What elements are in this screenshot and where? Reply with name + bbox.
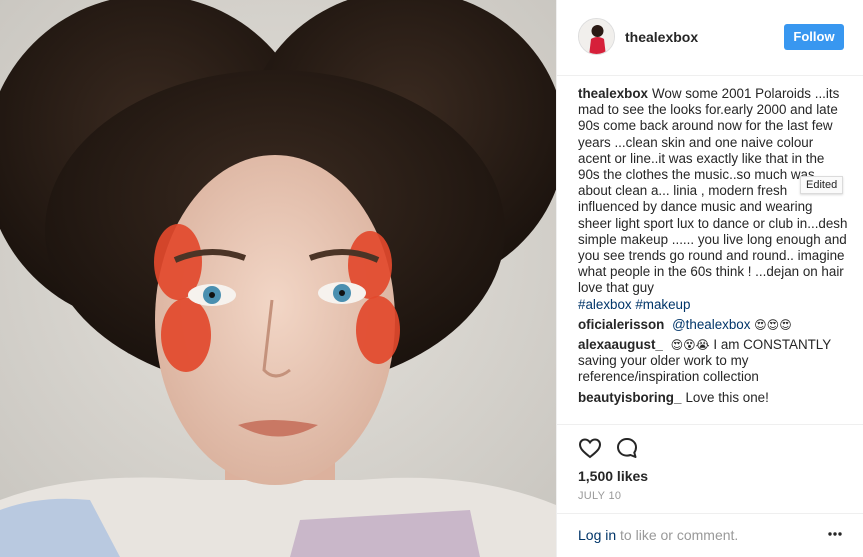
login-prompt: Log in to like or comment. bbox=[578, 527, 738, 543]
login-rest-text: to like or comment. bbox=[616, 527, 739, 543]
author-username[interactable]: thealexbox bbox=[625, 29, 698, 45]
comment-emoji: 😍😍😍 bbox=[754, 317, 792, 332]
post-header: thealexbox Follow bbox=[557, 0, 863, 76]
comment-item: alexaaugust_ 😍😵😭 I am CONSTANTLY saving … bbox=[578, 337, 848, 386]
edited-tooltip: Edited bbox=[800, 176, 844, 194]
follow-button[interactable]: Follow bbox=[784, 24, 844, 50]
avatar[interactable] bbox=[578, 18, 615, 55]
post-photo[interactable] bbox=[0, 0, 556, 557]
comment-item: oficialerisson @thealexbox 😍😍😍 bbox=[578, 317, 848, 333]
post-footer: Log in to like or comment. bbox=[557, 513, 863, 557]
comment-username[interactable]: alexaaugust_ bbox=[578, 337, 663, 352]
caption: thealexbox Wow some 2001 Polaroids ...its… bbox=[578, 86, 848, 313]
heart-icon[interactable] bbox=[578, 436, 602, 460]
hashtag-link[interactable]: #makeup bbox=[635, 297, 690, 312]
login-link[interactable]: Log in bbox=[578, 527, 616, 543]
hashtag-link[interactable]: #alexbox bbox=[578, 297, 632, 312]
post-details-panel: thealexbox Follow thealexbox Wow some 200… bbox=[556, 0, 863, 557]
post-actions: 1,500 likes JULY 10 bbox=[557, 424, 863, 502]
mention-link[interactable]: @thealexbox bbox=[672, 317, 750, 332]
portrait-image bbox=[0, 0, 556, 557]
comment-icon[interactable] bbox=[615, 436, 639, 460]
action-icons bbox=[578, 436, 658, 460]
comment-username[interactable]: oficialerisson bbox=[578, 317, 664, 332]
comment-username[interactable]: beautyisboring_ bbox=[578, 390, 681, 405]
more-options-icon[interactable] bbox=[828, 532, 842, 536]
caption-username[interactable]: thealexbox bbox=[578, 86, 648, 101]
avatar-image bbox=[579, 19, 614, 54]
comment-emoji: 😍😵😭 bbox=[670, 338, 710, 353]
comments-list: thealexbox Wow some 2001 Polaroids ...its… bbox=[578, 86, 848, 410]
likes-count[interactable]: 1,500 likes bbox=[578, 468, 648, 484]
post-date[interactable]: JULY 10 bbox=[578, 490, 621, 502]
comment-text: Love this one! bbox=[685, 389, 769, 405]
comment-item: beautyisboring_ Love this one! bbox=[578, 390, 848, 406]
